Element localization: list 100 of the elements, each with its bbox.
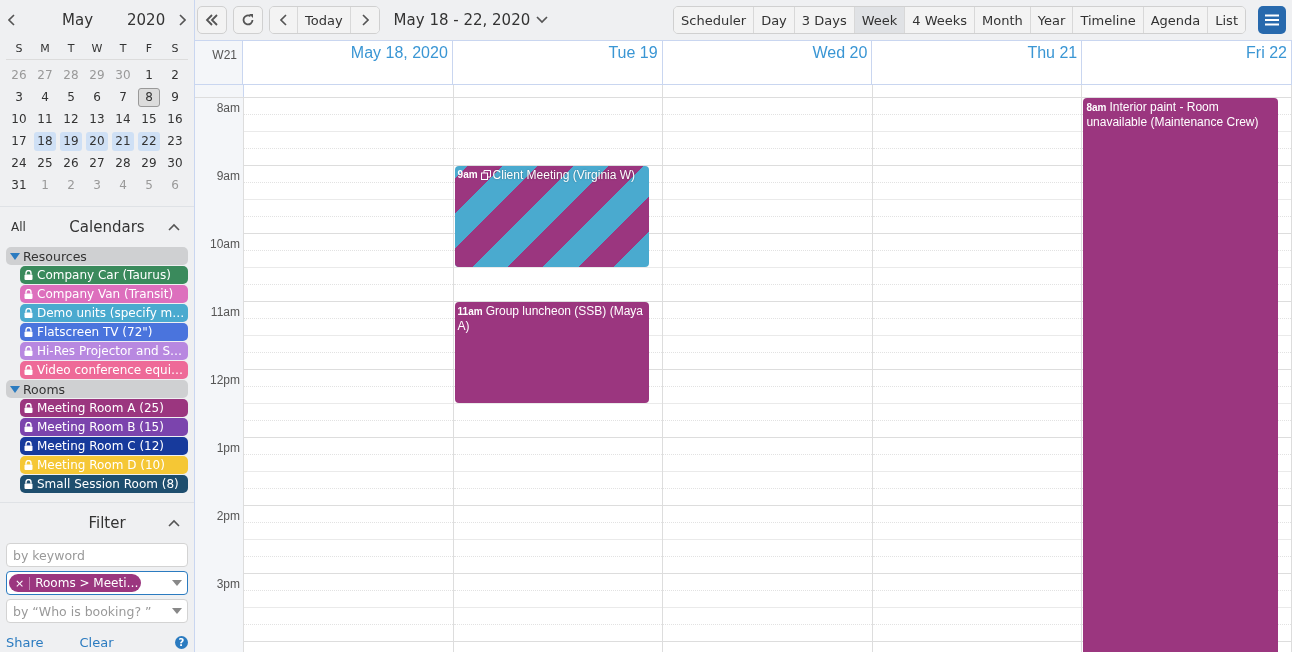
view-tab[interactable]: Timeline — [1073, 7, 1144, 33]
calendar-group[interactable]: Resources — [6, 247, 188, 265]
all-link[interactable]: All — [6, 220, 46, 234]
previous-button[interactable] — [270, 7, 298, 33]
today-button[interactable]: Today — [298, 7, 351, 33]
lock-icon — [24, 403, 33, 413]
filter-heading: Filter — [87, 514, 127, 532]
view-tab[interactable]: Year — [1030, 7, 1074, 33]
calendar-item[interactable]: Company Car (Taurus) — [20, 266, 188, 284]
collapse-icon[interactable] — [168, 519, 180, 527]
hour-label: 3pm — [216, 577, 240, 591]
lock-icon — [24, 327, 33, 337]
calendar-day[interactable]: 10 — [8, 109, 30, 129]
calendar-day[interactable]: 19 — [60, 131, 82, 151]
previous-month-icon[interactable] — [8, 14, 16, 26]
calendar-event[interactable]: 11am Group luncheon (SSB) (Maya A) — [454, 302, 650, 403]
event-label: 11am Group luncheon (SSB) (Maya A) — [457, 304, 645, 333]
weekday-label: T — [67, 42, 75, 55]
calendar-day[interactable]: 17 — [8, 131, 30, 151]
lock-icon — [24, 308, 33, 318]
next-month-icon[interactable] — [178, 14, 186, 26]
calendar-day[interactable]: 7 — [112, 87, 134, 107]
calendar-filter-select[interactable]: × Rooms > Meeti… — [6, 571, 188, 595]
lock-icon — [24, 441, 33, 451]
calendar-day[interactable]: 12 — [60, 109, 82, 129]
calendar-item[interactable]: Flatscreen TV (72") — [20, 323, 188, 341]
calendar-day[interactable]: 30 — [164, 153, 186, 173]
calendar-day[interactable]: 25 — [34, 153, 56, 173]
calendar-day[interactable]: 27 — [86, 153, 108, 173]
view-tab[interactable]: Week — [854, 7, 906, 33]
calendar-day[interactable]: 23 — [164, 131, 186, 151]
calendar-day[interactable]: 22 — [138, 131, 160, 151]
chevron-down-icon[interactable] — [536, 16, 549, 24]
view-tab[interactable]: Month — [975, 7, 1031, 33]
double-chevron-icon — [205, 14, 219, 26]
next-button[interactable] — [350, 7, 379, 33]
menu-icon — [1265, 14, 1279, 26]
calendar-day[interactable]: 16 — [164, 109, 186, 129]
calendar-day[interactable]: 9 — [164, 87, 186, 107]
view-tab[interactable]: Agenda — [1143, 7, 1209, 33]
view-tab[interactable]: Day — [754, 7, 795, 33]
calendar-item[interactable]: Meeting Room B (15) — [20, 418, 188, 436]
collapse-icon[interactable] — [168, 223, 180, 231]
dropdown-icon — [172, 580, 182, 586]
calendar-day[interactable]: 28 — [112, 153, 134, 173]
collapse-sidebar-button[interactable] — [197, 6, 227, 34]
calendar-day[interactable]: 4 — [34, 87, 56, 107]
calendar-day[interactable]: 26 — [60, 153, 82, 173]
calendar-item[interactable]: Meeting Room A (25) — [20, 399, 188, 417]
calendar-day[interactable]: 6 — [86, 87, 108, 107]
calendar-day[interactable]: 24 — [8, 153, 30, 173]
view-tab[interactable]: List — [1208, 7, 1245, 33]
lock-icon — [24, 422, 33, 432]
hour-label: 11am — [210, 305, 240, 319]
calendar-day[interactable]: 20 — [86, 131, 108, 151]
lock-icon — [24, 270, 33, 280]
calendar-item[interactable]: Small Session Room (8) — [20, 475, 188, 493]
view-tab[interactable]: 4 Weeks — [905, 7, 976, 33]
remove-tag-button[interactable]: × — [9, 576, 31, 590]
calendar-day[interactable]: 15 — [138, 109, 160, 129]
hour-label: 1pm — [216, 441, 240, 455]
calendar-day[interactable]: 21 — [112, 131, 134, 151]
lock-icon — [24, 289, 33, 299]
year-label[interactable]: 2020 — [127, 11, 166, 29]
weekday-label: F — [145, 42, 153, 55]
lock-icon — [24, 479, 33, 489]
event-time: 9am — [457, 168, 478, 182]
chevron-left-icon — [279, 14, 288, 26]
hour-label: 8am — [216, 101, 240, 115]
calendar-day[interactable]: 3 — [8, 87, 30, 107]
filter-link[interactable]: Share — [6, 635, 44, 650]
view-tab[interactable]: 3 Days — [794, 7, 855, 33]
view-tab[interactable]: Scheduler — [674, 7, 755, 33]
refresh-icon — [241, 13, 255, 27]
hour-label: 2pm — [216, 509, 240, 523]
calendar-day[interactable]: 31 — [8, 175, 30, 195]
calendar-day[interactable]: 29 — [138, 153, 160, 173]
lock-icon — [24, 346, 33, 356]
calendar-day[interactable]: 11 — [34, 109, 56, 129]
calendar-item[interactable]: Meeting Room C (12) — [20, 437, 188, 455]
calendar-day[interactable]: 14 — [112, 109, 134, 129]
menu-button[interactable] — [1258, 6, 1286, 34]
date-range-label[interactable]: May 18 - 22, 2020 — [393, 11, 531, 29]
calendars-heading: Calendars — [68, 218, 146, 236]
refresh-button[interactable] — [233, 6, 263, 34]
calendar-day[interactable]: 18 — [34, 131, 56, 151]
calendar-day[interactable]: 8 — [138, 87, 160, 107]
hour-label: 9am — [216, 169, 240, 183]
month-label[interactable]: May — [62, 11, 93, 29]
calendar-day[interactable]: 13 — [86, 109, 108, 129]
calendar-day[interactable]: 2 — [164, 65, 186, 85]
calendar-group[interactable]: Rooms — [6, 380, 188, 398]
keyword-field[interactable]: by keyword — [6, 543, 188, 567]
calendar-day[interactable]: 5 — [60, 87, 82, 107]
weekday-label: S — [171, 42, 179, 55]
filter-link[interactable]: Clear — [79, 635, 114, 650]
help-button[interactable]: ? — [175, 636, 188, 649]
calendar-event[interactable]: 8am Interior paint - Room unavailable (Maintenance Crew) — [1083, 98, 1278, 652]
weekday-label: S — [15, 42, 23, 55]
calendar-day[interactable]: 1 — [138, 65, 160, 85]
